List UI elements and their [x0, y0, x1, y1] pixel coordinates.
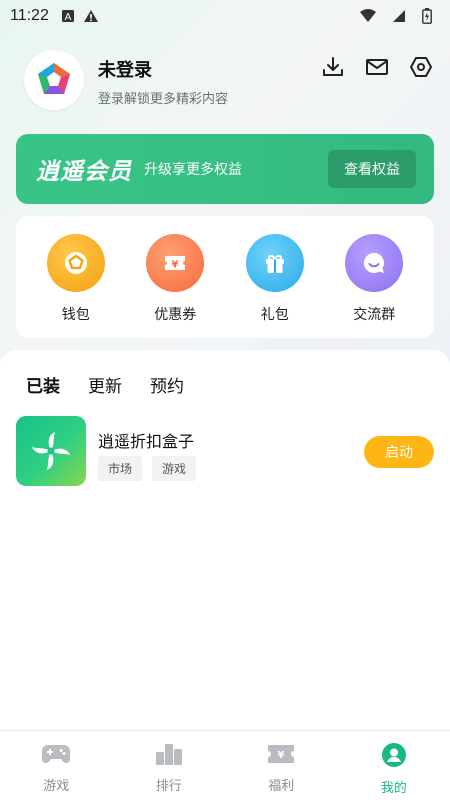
gamepad-icon: [41, 743, 71, 769]
nav-label: 福利: [268, 779, 295, 794]
gift-icon: [245, 234, 304, 292]
mail-icon[interactable]: [364, 54, 390, 80]
tab-installed[interactable]: 已装: [24, 372, 62, 399]
profile-header: 未登录 登录解锁更多精彩内容: [24, 50, 434, 112]
view-benefits-button[interactable]: 查看权益: [328, 150, 416, 188]
nav-label: 我的: [380, 781, 407, 796]
tab-label: 更新: [88, 377, 122, 397]
quick-link-label: 交流群: [353, 307, 396, 323]
app-name[interactable]: 逍遥折扣盒子: [98, 428, 194, 452]
svg-text:¥: ¥: [278, 750, 285, 761]
quick-link-gift[interactable]: 礼包: [235, 234, 315, 338]
login-hint[interactable]: 登录解锁更多精彩内容: [98, 88, 228, 107]
svg-text:A: A: [64, 12, 71, 23]
avatar[interactable]: [24, 50, 84, 110]
app-tag: 市场: [98, 456, 143, 481]
quick-link-chat-group[interactable]: 交流群: [334, 234, 414, 338]
app-icon[interactable]: [16, 416, 86, 486]
vip-banner[interactable]: 逍遥会员 升级享更多权益 查看权益: [16, 134, 434, 204]
tab-bar: 已装 更新 预约: [24, 372, 184, 399]
quick-link-label: 礼包: [260, 307, 289, 323]
quick-links: 钱包 ¥ 优惠券 礼包 交流群: [16, 216, 434, 338]
nav-label: 排行: [155, 779, 182, 794]
nav-item-ranking[interactable]: 排行: [113, 731, 226, 800]
ranking-icon: [155, 743, 183, 769]
status-bar: 11:22 A: [0, 0, 450, 32]
notification-a-icon: A: [61, 9, 75, 23]
app-logo-icon: [38, 63, 70, 94]
profile-icon: [381, 743, 406, 771]
download-icon[interactable]: [320, 54, 346, 80]
quick-link-coupon[interactable]: ¥ 优惠券: [135, 234, 215, 338]
tab-label: 预约: [150, 377, 184, 397]
tab-label: 已装: [26, 377, 60, 397]
tab-reservations[interactable]: 预约: [150, 372, 184, 397]
bottom-nav: 游戏 排行 ¥ 福利 我的: [0, 730, 450, 800]
app-tag: 游戏: [152, 456, 197, 481]
signal-icon: [392, 9, 406, 23]
tab-updates[interactable]: 更新: [88, 372, 122, 397]
nav-item-games[interactable]: 游戏: [0, 731, 113, 800]
ticket-icon: ¥: [266, 743, 296, 769]
vip-subtitle: 升级享更多权益: [144, 162, 242, 178]
launch-button[interactable]: 启动: [364, 436, 434, 468]
coupon-icon: ¥: [146, 234, 205, 292]
quick-link-label: 钱包: [61, 307, 90, 323]
svg-text:¥: ¥: [172, 260, 179, 271]
installed-panel: 已装 更新 预约 逍遥折扣盒子 市场 游戏 启动: [0, 350, 450, 730]
login-status[interactable]: 未登录: [98, 56, 152, 82]
status-time: 11:22: [10, 7, 49, 24]
battery-icon: [422, 8, 432, 24]
quick-link-wallet[interactable]: 钱包: [36, 234, 116, 338]
wallet-icon: [46, 234, 105, 292]
nav-item-welfare[interactable]: ¥ 福利: [225, 731, 338, 800]
nav-item-profile[interactable]: 我的: [338, 731, 450, 800]
nav-label: 游戏: [43, 779, 70, 794]
list-item[interactable]: 逍遥折扣盒子 市场 游戏 启动: [16, 416, 434, 488]
quick-link-label: 优惠券: [154, 307, 197, 323]
wifi-icon: [360, 9, 376, 23]
settings-icon[interactable]: [408, 54, 434, 80]
chat-icon: [345, 234, 404, 292]
pinwheel-icon: [32, 432, 70, 470]
vip-title: 逍遥会员: [36, 159, 132, 185]
warning-icon: [83, 9, 99, 23]
